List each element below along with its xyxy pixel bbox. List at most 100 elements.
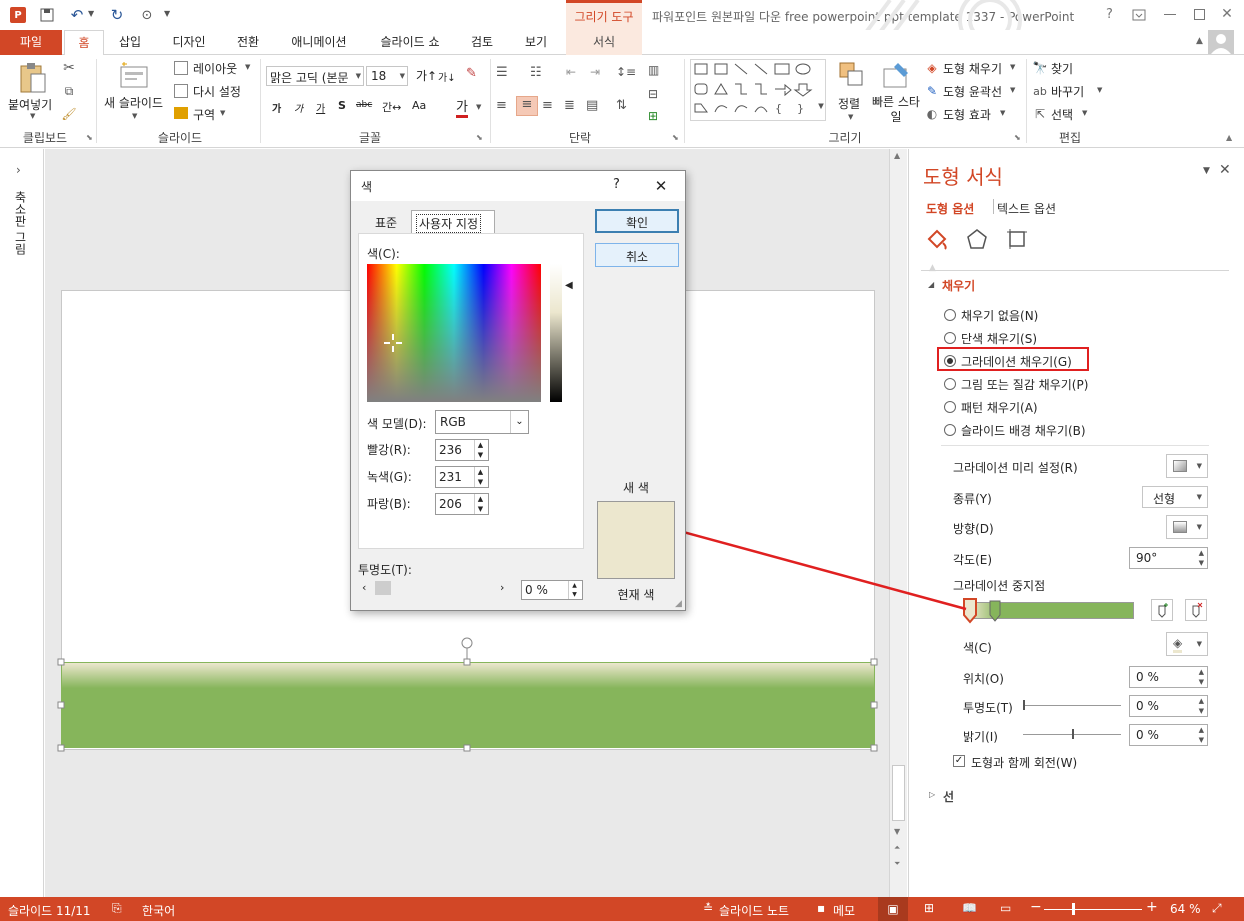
notes-button[interactable]: 슬라이드 노트: [719, 902, 789, 919]
stop-transparency-spinner-icon[interactable]: ▲ ▼: [1199, 696, 1204, 716]
italic-icon[interactable]: 가: [294, 100, 303, 115]
new-slide-icon[interactable]: [118, 61, 150, 91]
fill-option-radio[interactable]: [944, 332, 956, 344]
fill-line-icon[interactable]: [925, 227, 949, 251]
columns-icon[interactable]: ▥: [648, 63, 659, 77]
cut-icon[interactable]: ✂: [60, 59, 78, 77]
drawing-launcher-icon[interactable]: ⬊: [1014, 133, 1021, 142]
text-direction-icon[interactable]: ⇅: [616, 98, 627, 113]
fill-option-radio[interactable]: [944, 309, 956, 321]
stop-color-picker[interactable]: ◈ ▼: [1166, 632, 1208, 656]
tab-shape-options[interactable]: 도형 옵션: [926, 200, 974, 217]
bold-icon[interactable]: 가: [272, 100, 281, 115]
quick-styles-icon[interactable]: [882, 61, 912, 91]
tab-insert[interactable]: 삽입: [108, 30, 152, 55]
prev-slide-icon[interactable]: ⏶: [894, 843, 900, 853]
stop-position-input[interactable]: 0 % ▲ ▼: [1129, 666, 1208, 688]
select-dropdown-icon[interactable]: ▼: [1082, 109, 1087, 117]
stop-brightness-slider-thumb[interactable]: [1072, 729, 1074, 739]
smartart-icon[interactable]: ⊞: [648, 109, 658, 123]
numbering-icon[interactable]: ☷: [530, 65, 542, 80]
luminance-pointer-icon[interactable]: ◀: [565, 280, 573, 291]
fill-option-row[interactable]: 패턴 채우기(A): [944, 398, 1224, 416]
ok-button[interactable]: 확인: [595, 209, 679, 233]
transparency-right-icon[interactable]: ›: [500, 581, 504, 594]
tab-slideshow[interactable]: 슬라이드 쇼: [368, 30, 452, 55]
notes-icon[interactable]: ≛: [703, 901, 713, 915]
decrease-indent-icon[interactable]: ⇤: [566, 65, 576, 79]
fill-option-row[interactable]: 그림 또는 질감 채우기(P): [944, 375, 1224, 393]
slideshow-view-icon[interactable]: ▭: [1000, 901, 1011, 915]
paste-dropdown-icon[interactable]: ▼: [30, 112, 35, 120]
tab-view[interactable]: 보기: [512, 30, 560, 55]
undo-dropdown-icon[interactable]: ▼: [88, 9, 94, 18]
gradient-angle-spinner-icon[interactable]: ▲ ▼: [1199, 548, 1204, 568]
justify-icon[interactable]: ≣: [564, 98, 575, 113]
transparency-spinner-icon[interactable]: ▲ ▼: [568, 581, 580, 599]
luminance-slider[interactable]: [550, 264, 562, 402]
paragraph-launcher-icon[interactable]: ⬊: [672, 133, 679, 142]
transparency-input[interactable]: 0 % ▲ ▼: [521, 580, 583, 600]
add-gradient-stop-icon[interactable]: [1151, 599, 1173, 621]
ribbon-collapse-button[interactable]: ▲: [1226, 133, 1232, 142]
shrink-font-icon[interactable]: 가↓: [438, 69, 456, 84]
color-model-select[interactable]: RGB ⌄: [435, 410, 529, 434]
save-icon[interactable]: [38, 6, 56, 24]
section-dropdown-icon[interactable]: ▼: [220, 109, 225, 117]
gradient-stop-icon[interactable]: [988, 599, 1002, 623]
zoom-slider-thumb[interactable]: [1072, 903, 1075, 915]
font-size-dropdown-icon[interactable]: ▼: [400, 72, 405, 80]
maximize-button[interactable]: [1194, 9, 1205, 20]
fill-option-label[interactable]: 슬라이드 배경 채우기(B): [961, 422, 1086, 439]
quick-styles-button[interactable]: 빠른 스타일: [872, 95, 920, 125]
section-button[interactable]: 구역: [193, 106, 215, 123]
gradient-direction-picker[interactable]: ▼: [1166, 515, 1208, 539]
fill-option-row[interactable]: 단색 채우기(S): [944, 329, 1224, 347]
size-properties-icon[interactable]: [1005, 227, 1029, 251]
transparency-thumb[interactable]: [375, 581, 391, 595]
replace-icon[interactable]: ab: [1032, 83, 1048, 99]
fill-option-row[interactable]: 슬라이드 배경 채우기(B): [944, 421, 1224, 439]
minimize-button[interactable]: [1164, 14, 1176, 15]
blue-input[interactable]: 206 ▲ ▼: [435, 493, 489, 515]
align-center-icon[interactable]: ≡: [516, 96, 538, 116]
shape-outline-icon[interactable]: ✎: [924, 83, 940, 99]
tab-format[interactable]: 서식: [566, 30, 642, 55]
layout-icon[interactable]: [174, 61, 188, 75]
zoom-slider-track[interactable]: [1044, 909, 1142, 910]
align-text-icon[interactable]: ⊟: [648, 87, 658, 101]
cancel-button[interactable]: 취소: [595, 243, 679, 267]
selection-handles[interactable]: [54, 634, 884, 756]
fill-option-radio[interactable]: [944, 401, 956, 413]
fill-option-label[interactable]: 패턴 채우기(A): [961, 399, 1038, 416]
bullets-icon[interactable]: ☰: [496, 65, 508, 80]
zoom-out-icon[interactable]: −: [1030, 899, 1042, 915]
fill-option-radio[interactable]: [944, 378, 956, 390]
comments-button[interactable]: 메모: [833, 902, 855, 919]
format-painter-icon[interactable]: 🖌: [60, 105, 78, 123]
fill-section-header[interactable]: 채우기: [942, 277, 975, 294]
tab-text-options[interactable]: 텍스트 옵션: [997, 200, 1056, 217]
find-button[interactable]: 찾기: [1051, 60, 1073, 77]
clear-format-icon[interactable]: ✎: [466, 66, 477, 81]
shape-outline-button[interactable]: 도형 윤곽선: [943, 83, 1002, 100]
redo-icon[interactable]: ↻: [108, 6, 126, 24]
green-spinner-icon[interactable]: ▲ ▼: [474, 467, 486, 487]
change-case-icon[interactable]: Aa: [412, 99, 426, 112]
shape-fill-button[interactable]: 도형 채우기: [943, 60, 1002, 77]
align-left-icon[interactable]: ≡: [496, 98, 507, 113]
transparency-scrollbar[interactable]: ‹ ›: [358, 579, 514, 597]
reset-icon[interactable]: [174, 84, 188, 98]
expand-thumbnails-icon[interactable]: ›: [16, 163, 21, 177]
font-color-dropdown-icon[interactable]: ▼: [476, 103, 481, 111]
ribbon-display-icon[interactable]: [1130, 6, 1148, 24]
help-button[interactable]: ?: [1106, 7, 1113, 22]
gradient-preset-picker[interactable]: ▼: [1166, 454, 1208, 478]
grow-font-icon[interactable]: 가↑: [416, 67, 437, 84]
shape-outline-dropdown-icon[interactable]: ▼: [1010, 86, 1015, 94]
scroll-down-icon[interactable]: ▼: [894, 827, 900, 836]
ribbon-collapse-icon[interactable]: ▲: [1196, 36, 1203, 46]
normal-view-icon[interactable]: ▣: [878, 897, 908, 921]
fill-option-label[interactable]: 채우기 없음(N): [961, 307, 1038, 324]
stop-brightness-input[interactable]: 0 % ▲ ▼: [1129, 724, 1208, 746]
